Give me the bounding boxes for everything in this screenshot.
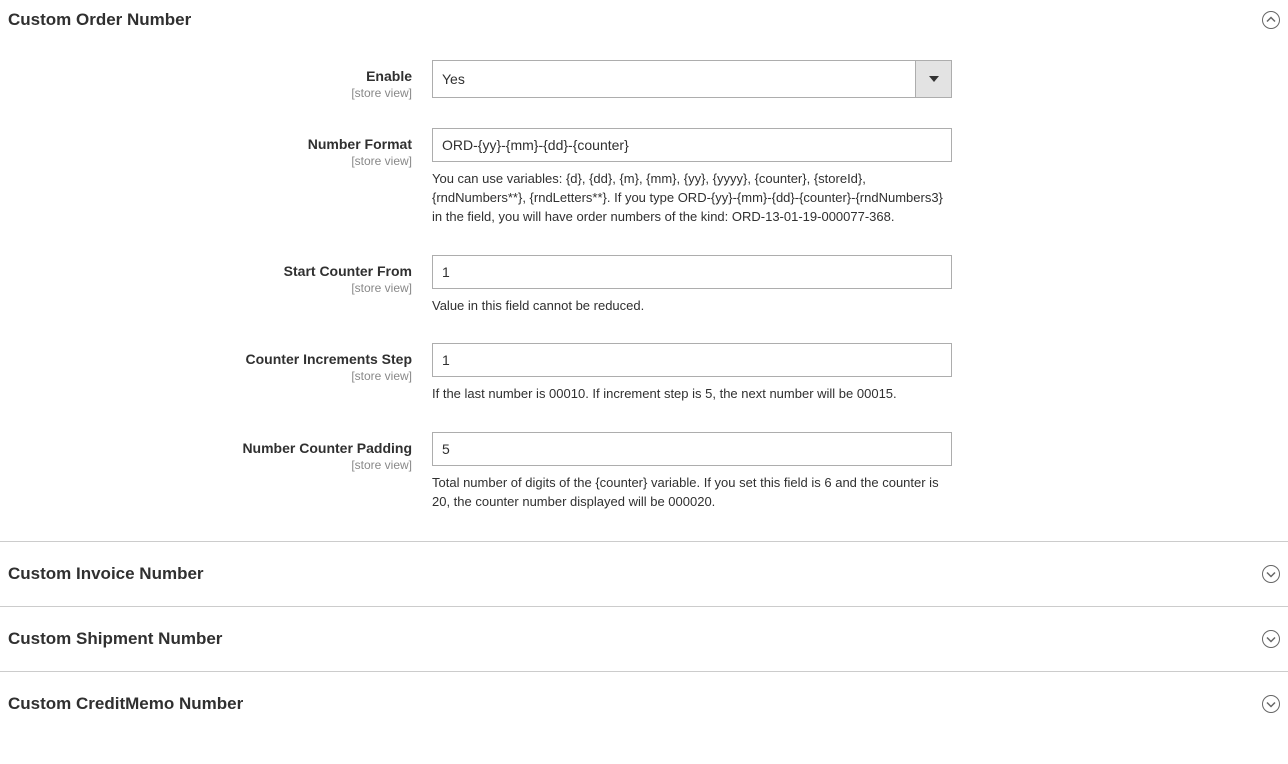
label-scope: [store view] [351,281,412,295]
section-invoice: Custom Invoice Number [0,541,1288,607]
section-title-creditmemo: Custom CreditMemo Number [8,694,243,714]
enable-select[interactable]: Yes [432,60,952,98]
label-scope: [store view] [351,86,412,100]
label-col: Start Counter From [store view] [0,255,422,295]
label-enable: Enable [366,68,412,84]
field-enable: Enable [store view] Yes [0,60,1288,100]
counter-padding-input[interactable] [432,432,952,466]
label-col: Number Format [store view] [0,128,422,168]
help-counter-padding: Total number of digits of the {counter} … [432,474,952,512]
control-col: Value in this field cannot be reduced. [422,255,952,316]
control-col: Yes [422,60,952,98]
section-title-order: Custom Order Number [8,10,191,30]
section-title-shipment: Custom Shipment Number [8,629,222,649]
section-body-order: Enable [store view] Yes Number Format [s… [0,40,1288,542]
control-col: Total number of digits of the {counter} … [422,432,952,512]
chevron-up-icon [1262,11,1280,29]
label-scope: [store view] [351,369,412,383]
section-title-invoice: Custom Invoice Number [8,564,204,584]
label-counter-padding: Number Counter Padding [242,440,412,456]
label-number-format: Number Format [308,136,412,152]
increment-step-input[interactable] [432,343,952,377]
help-increment-step: If the last number is 00010. If incremen… [432,385,952,404]
field-number-format: Number Format [store view] You can use v… [0,128,1288,227]
section-creditmemo: Custom CreditMemo Number [0,671,1288,736]
field-start-counter: Start Counter From [store view] Value in… [0,255,1288,316]
section-header-order[interactable]: Custom Order Number [0,0,1288,40]
help-start-counter: Value in this field cannot be reduced. [432,297,952,316]
field-increment-step: Counter Increments Step [store view] If … [0,343,1288,404]
chevron-down-icon [1262,565,1280,583]
label-increment-step: Counter Increments Step [246,351,412,367]
help-number-format: You can use variables: {d}, {dd}, {m}, {… [432,170,952,227]
field-counter-padding: Number Counter Padding [store view] Tota… [0,432,1288,512]
section-header-shipment[interactable]: Custom Shipment Number [0,607,1288,671]
control-col: If the last number is 00010. If incremen… [422,343,952,404]
section-header-invoice[interactable]: Custom Invoice Number [0,542,1288,606]
label-col: Number Counter Padding [store view] [0,432,422,472]
start-counter-input[interactable] [432,255,952,289]
number-format-input[interactable] [432,128,952,162]
chevron-down-icon [1262,695,1280,713]
section-header-creditmemo[interactable]: Custom CreditMemo Number [0,672,1288,736]
chevron-down-icon [915,61,951,97]
chevron-down-icon [1262,630,1280,648]
enable-select-value: Yes [433,61,915,97]
section-shipment: Custom Shipment Number [0,606,1288,672]
label-col: Enable [store view] [0,60,422,100]
control-col: You can use variables: {d}, {dd}, {m}, {… [422,128,952,227]
label-scope: [store view] [351,154,412,168]
label-col: Counter Increments Step [store view] [0,343,422,383]
label-scope: [store view] [351,458,412,472]
label-start-counter: Start Counter From [284,263,412,279]
